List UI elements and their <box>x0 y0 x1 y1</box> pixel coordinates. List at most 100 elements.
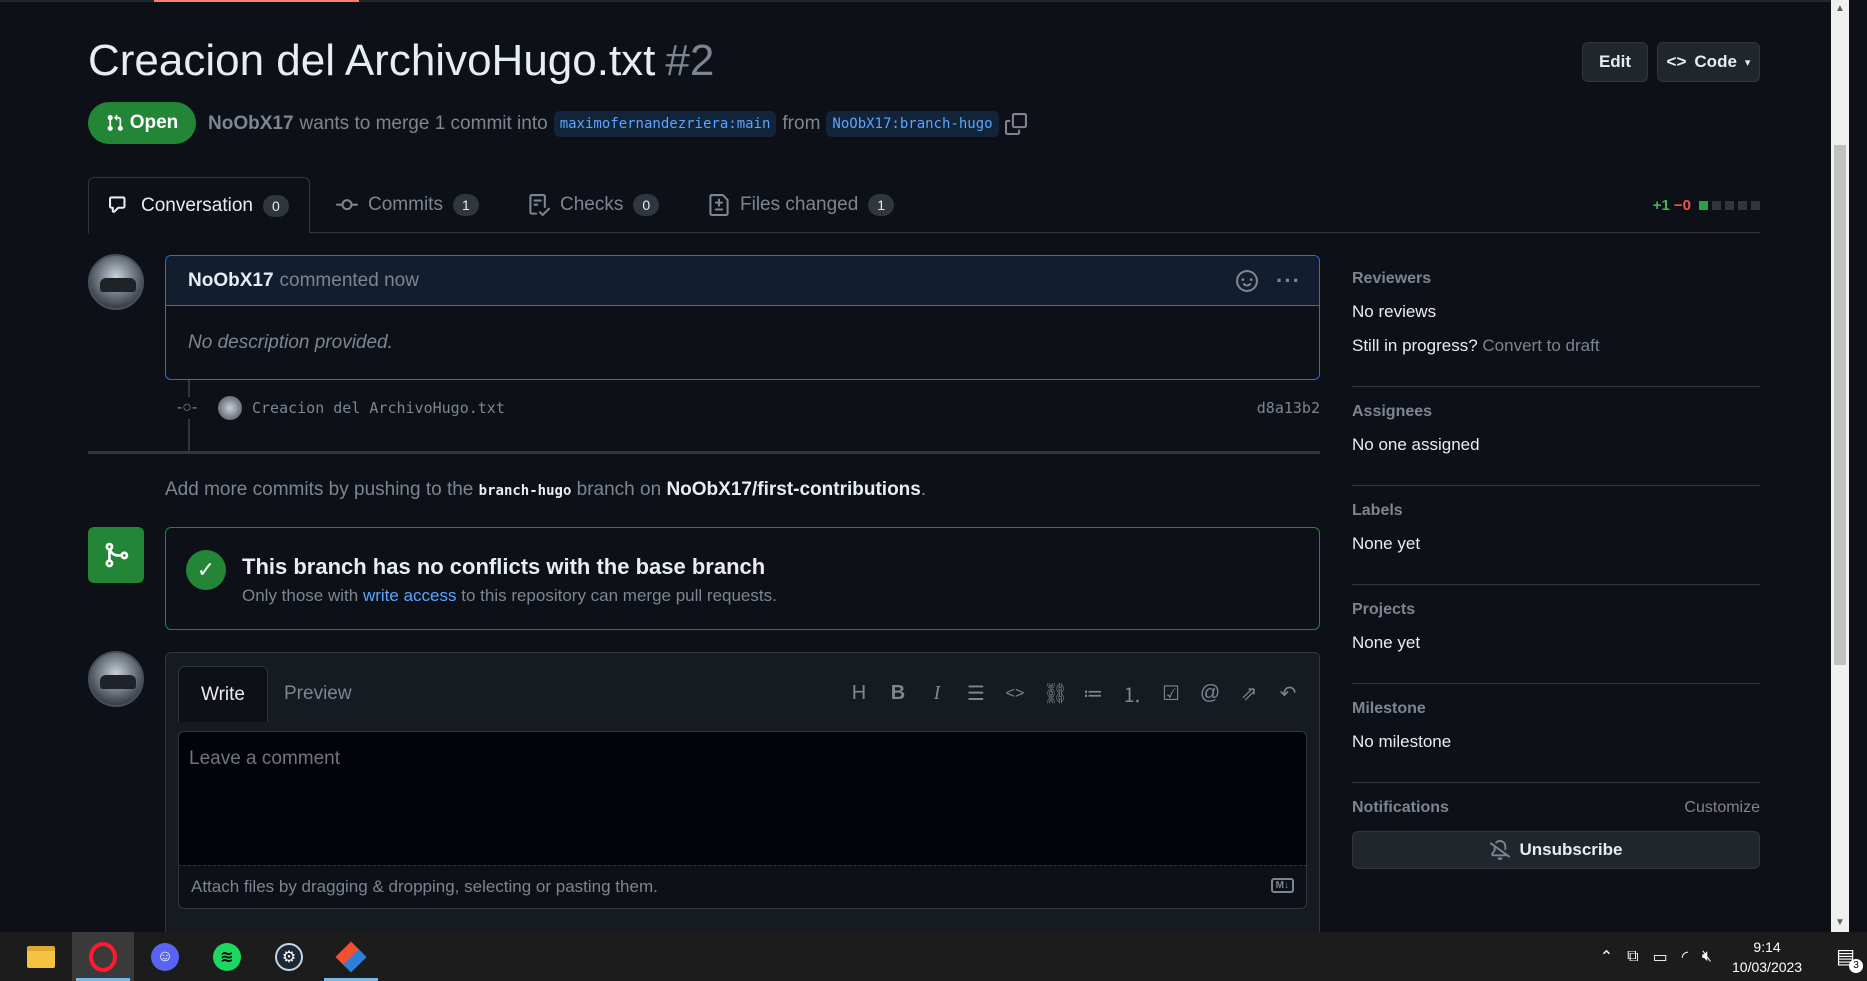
volume-muted-icon[interactable]: 🔇︎ <box>1702 948 1712 966</box>
italic-icon[interactable]: I <box>926 682 948 705</box>
code-icon[interactable]: <> <box>1004 685 1026 703</box>
diffstat-block <box>1725 201 1734 210</box>
markdown-icon[interactable]: M↓ <box>1270 878 1294 893</box>
assignees-heading[interactable]: Assignees <box>1352 403 1760 421</box>
kebab-horizontal-icon[interactable]: ··· <box>1276 268 1301 294</box>
link-icon[interactable]: ⛓ <box>1043 681 1068 706</box>
code-icon: <> <box>1666 52 1687 71</box>
battery-icon[interactable]: ▭ <box>1653 947 1668 967</box>
notifications-heading: Notifications Customize <box>1352 799 1760 817</box>
attach-files-zone[interactable]: Attach files by dragging & dropping, sel… <box>178 865 1307 909</box>
notification-count: 3 <box>1849 959 1863 973</box>
unordered-list-icon[interactable]: ≔ <box>1082 681 1104 706</box>
pr-author-link[interactable]: NoObX17 <box>208 113 294 135</box>
tab-commits[interactable]: Commits 1 <box>316 177 499 233</box>
merge-text: wants to merge 1 commit into <box>299 113 548 134</box>
comment-actions: ··· <box>1236 268 1301 294</box>
pr-state-label: Open <box>129 112 179 133</box>
task-list-icon[interactable]: ☑ <box>1160 681 1182 706</box>
edit-button[interactable]: Edit <box>1582 42 1648 82</box>
customize-link[interactable]: Customize <box>1684 799 1760 817</box>
tab-preview[interactable]: Preview <box>262 666 374 721</box>
merge-status-subtitle: Only those with write access to this rep… <box>242 586 777 606</box>
mention-icon[interactable]: @ <box>1199 682 1221 705</box>
commit-message[interactable]: Creacion del ArchivoHugo.txt <box>252 399 505 417</box>
repo-link[interactable]: NoObX17/first-contributions <box>666 479 920 500</box>
diffstat-block <box>1751 201 1760 210</box>
draft-question: Still in progress? <box>1352 336 1478 355</box>
diffstat-block <box>1699 201 1708 210</box>
taskbar-discord[interactable]: ☺ <box>134 932 196 981</box>
taskbar-steam[interactable]: ⚙ <box>258 932 320 981</box>
taskbar-file-explorer[interactable] <box>10 932 72 981</box>
smiley-icon[interactable] <box>1236 270 1259 292</box>
ordered-list-icon[interactable]: ⒈ <box>1121 679 1143 708</box>
taskbar-opera[interactable] <box>72 932 134 981</box>
quote-icon[interactable]: ☰ <box>965 681 987 706</box>
attach-text: Attach files by dragging & dropping, sel… <box>191 877 658 896</box>
reply-icon[interactable]: ↶ <box>1277 681 1299 706</box>
pr-state-badge: Open <box>88 102 196 144</box>
labels-heading[interactable]: Labels <box>1352 502 1760 520</box>
avatar[interactable] <box>88 254 144 310</box>
spotify-icon: ≋ <box>213 942 241 971</box>
scroll-thumb[interactable] <box>1834 145 1846 665</box>
tab-conversation-count: 0 <box>262 194 289 217</box>
scroll-up-icon[interactable]: ▲ <box>1831 0 1849 18</box>
notification-center-icon[interactable]: ▤ 3 <box>1836 944 1863 973</box>
milestone-heading[interactable]: Milestone <box>1352 700 1760 718</box>
pr-meta: NoObX17 wants to merge 1 commit into max… <box>208 111 1027 137</box>
comment-textarea[interactable]: Leave a comment <box>178 731 1307 866</box>
tab-write-label: Write <box>201 683 245 705</box>
cross-reference-icon[interactable]: ⇗ <box>1238 681 1260 706</box>
projects-heading[interactable]: Projects <box>1352 601 1760 619</box>
tab-commits-count: 1 <box>452 194 479 216</box>
clock-time: 9:14 <box>1753 938 1781 955</box>
comment-author[interactable]: NoObX17 <box>188 270 274 292</box>
copy-icon[interactable] <box>1004 113 1027 135</box>
bold-icon[interactable]: B <box>887 682 909 705</box>
tab-files-changed[interactable]: Files changed 1 <box>688 177 914 233</box>
timeline-commit: -○- Creacion del ArchivoHugo.txt d8a13b2 <box>176 395 1320 421</box>
windows-taskbar: ☺ ≋ ⚙ ⌃ ⧉ ▭ ◜ 🔇︎ 9:14 10/03/2023 ▤ 3 <box>0 932 1867 981</box>
discord-icon: ☺ <box>151 942 179 971</box>
taskbar-spotify[interactable]: ≋ <box>196 932 258 981</box>
taskbar-git[interactable] <box>320 932 382 981</box>
commit-author-avatar[interactable] <box>218 396 242 420</box>
unsubscribe-button[interactable]: Unsubscribe <box>1352 831 1760 869</box>
base-branch[interactable]: maximofernandezriera:main <box>553 111 777 137</box>
tab-write[interactable]: Write <box>178 666 268 722</box>
reviewers-heading[interactable]: Reviewers <box>1352 270 1760 288</box>
chevron-up-icon[interactable]: ⌃ <box>1600 947 1613 967</box>
pr-description-comment: NoObX17 commented now ··· No description… <box>165 255 1320 380</box>
avatar[interactable] <box>88 651 144 707</box>
unsubscribe-label: Unsubscribe <box>1519 840 1623 859</box>
system-tray: ⌃ ⧉ ▭ ◜ 🔇︎ 9:14 10/03/2023 ▤ 3 <box>1600 932 1867 981</box>
edit-button-label: Edit <box>1598 52 1632 71</box>
push-hint-suffix: . <box>920 479 927 500</box>
taskbar-clock[interactable]: 9:14 10/03/2023 <box>1732 937 1802 977</box>
tab-conversation[interactable]: Conversation 0 <box>88 177 310 234</box>
merge-sub-suffix: to this repository can merge pull reques… <box>461 586 777 605</box>
git-commit-icon <box>336 199 358 211</box>
file-diff-icon <box>709 194 729 216</box>
tab-preview-label: Preview <box>284 682 352 704</box>
convert-to-draft-link[interactable]: Convert to draft <box>1482 336 1599 355</box>
from-text: from <box>782 113 821 134</box>
head-branch[interactable]: NoObX17:branch-hugo <box>826 111 999 137</box>
comment-timestamp[interactable]: commented now <box>280 270 419 292</box>
bell-slash-icon <box>1489 840 1510 860</box>
heading-icon[interactable]: H <box>848 682 870 705</box>
notifications-heading-label: Notifications <box>1352 799 1449 816</box>
write-access-link[interactable]: write access <box>363 586 457 605</box>
diffstat-block <box>1738 201 1747 210</box>
network-card-icon[interactable]: ⧉ <box>1627 948 1638 966</box>
scroll-down-icon[interactable]: ▼ <box>1831 914 1849 932</box>
code-button[interactable]: <> Code ▾ <box>1657 42 1760 82</box>
vertical-scrollbar[interactable]: ▲ ▼ <box>1831 0 1849 932</box>
pr-sidebar: Reviewers No reviews Still in progress? … <box>1352 270 1760 869</box>
wifi-icon[interactable]: ◜ <box>1682 947 1688 967</box>
tab-checks[interactable]: Checks 0 <box>508 177 679 233</box>
commit-sha[interactable]: d8a13b2 <box>1257 399 1320 417</box>
timeline-separator <box>88 451 1320 454</box>
